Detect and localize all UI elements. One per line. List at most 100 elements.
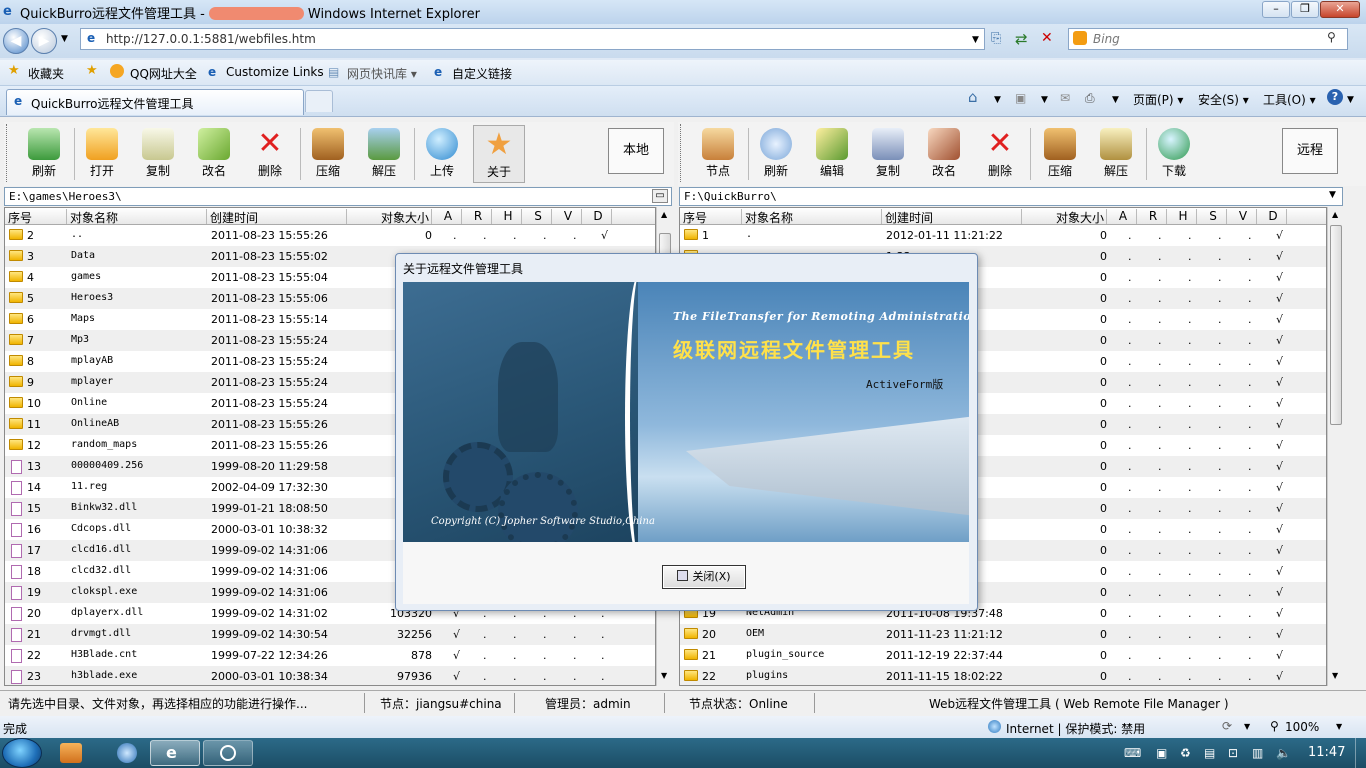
left-copy-button[interactable]: 复制	[132, 125, 184, 183]
back-button[interactable]: ◀	[3, 28, 29, 54]
mail-icon[interactable]: ✉	[1060, 91, 1070, 105]
protected-mode-icon[interactable]: ⟳	[1222, 719, 1232, 733]
col-seq[interactable]: 序号	[680, 209, 742, 225]
url-dropdown-icon[interactable]: ▼	[972, 35, 979, 45]
col-s[interactable]: S	[522, 209, 552, 224]
col-v[interactable]: V	[552, 209, 582, 224]
start-button[interactable]	[2, 738, 42, 768]
print-icon[interactable]: ⎙	[1085, 91, 1095, 106]
col-d[interactable]: D	[582, 209, 612, 224]
new-tab-button[interactable]	[305, 90, 333, 112]
status-zone[interactable]: Internet | 保护模式: 禁用	[1006, 720, 1145, 737]
maximize-button[interactable]: ❐	[1291, 1, 1319, 18]
col-name[interactable]: 对象名称	[67, 209, 207, 225]
col-s[interactable]: S	[1197, 209, 1227, 224]
left-delete-button[interactable]: ✕ 删除	[244, 125, 296, 183]
dialog-close-button[interactable]: 关闭(X)	[662, 565, 746, 589]
feeds-dropdown-icon[interactable]: ▼	[1041, 95, 1048, 105]
right-compress-button[interactable]: 压缩	[1034, 125, 1086, 183]
col-a[interactable]: A	[1107, 209, 1137, 224]
search-input[interactable]: Bing ⚲	[1068, 28, 1348, 50]
table-row[interactable]: 22 H3Blade.cnt 1999-07-22 12:34:26 878 √....…	[5, 645, 655, 666]
scroll-up-icon[interactable]: ▲	[1332, 210, 1338, 219]
table-row[interactable]: 1. 2012-01-11 11:21:22 0..... √	[680, 225, 1326, 246]
table-row[interactable]: 21 plugin_source 2011-12-19 22:37:44 0.....…	[680, 645, 1326, 666]
right-scrollbar[interactable]: ▲ ▼	[1327, 207, 1344, 686]
left-open-button[interactable]: 打开	[76, 125, 128, 183]
forward-button[interactable]: ▶	[31, 28, 57, 54]
tray-icon-4[interactable]: ⊡	[1228, 746, 1238, 760]
right-refresh-button[interactable]: 刷新	[750, 125, 802, 183]
left-refresh-button[interactable]: 刷新	[18, 125, 70, 183]
network-tray-icon[interactable]: ▥	[1252, 746, 1263, 760]
right-rename-button[interactable]: 改名	[918, 125, 970, 183]
messenger-taskbar-icon[interactable]	[117, 743, 137, 763]
home-dropdown-icon[interactable]: ▼	[994, 95, 1001, 105]
right-node-button[interactable]: 节点	[692, 125, 744, 183]
table-row[interactable]: 22 plugins 2011-11-15 18:02:22 0..... √	[680, 666, 1326, 685]
left-path-input[interactable]: E:\games\Heroes3\	[4, 187, 672, 206]
search-icon[interactable]: ⚲	[1327, 30, 1336, 44]
col-size[interactable]: 对象大小	[347, 209, 432, 225]
fav-link-custom[interactable]: 自定义链接	[452, 65, 512, 82]
right-edit-button[interactable]: 编辑	[806, 125, 858, 183]
volume-tray-icon[interactable]: 🔈	[1276, 746, 1291, 760]
tools-menu[interactable]: 工具(O) ▾	[1263, 91, 1316, 108]
col-a[interactable]: A	[432, 209, 462, 224]
col-h[interactable]: H	[492, 209, 522, 224]
scroll-down-icon[interactable]: ▼	[661, 671, 667, 680]
tray-icon-2[interactable]: ♻	[1180, 746, 1191, 760]
clock[interactable]: 11:47	[1308, 745, 1345, 760]
col-seq[interactable]: 序号	[5, 209, 67, 225]
zoom-dropdown-icon[interactable]: ▼	[1336, 722, 1342, 731]
col-r[interactable]: R	[1137, 209, 1167, 224]
home-icon[interactable]: ⌂	[968, 88, 978, 106]
safety-menu[interactable]: 安全(S) ▾	[1198, 91, 1249, 108]
fav-link-webslice[interactable]: 网页快讯库 ▾	[347, 65, 417, 82]
left-about-button[interactable]: ★ 关于	[473, 125, 525, 183]
compat-view-icon[interactable]: ⎘	[991, 31, 1001, 46]
add-favorite-icon[interactable]: ★	[86, 63, 98, 78]
help-dropdown-icon[interactable]: ▼	[1347, 95, 1354, 105]
history-dropdown-icon[interactable]: ▼	[61, 34, 68, 44]
col-size[interactable]: 对象大小	[1022, 209, 1107, 225]
right-extract-button[interactable]: 解压	[1090, 125, 1142, 183]
tray-icon-1[interactable]: ▣	[1156, 746, 1167, 760]
scroll-down-icon[interactable]: ▼	[1332, 671, 1338, 680]
favorites-button[interactable]: 收藏夹	[28, 65, 64, 82]
browse-folder-icon[interactable]: ▭	[652, 189, 668, 203]
col-created[interactable]: 创建时间	[882, 209, 1022, 225]
tray-icon-3[interactable]: ▤	[1204, 746, 1215, 760]
fav-link-qq[interactable]: QQ网址大全	[130, 65, 197, 82]
close-window-button[interactable]: ✕	[1320, 1, 1360, 18]
col-v[interactable]: V	[1227, 209, 1257, 224]
col-r[interactable]: R	[462, 209, 492, 224]
ie-taskbar-item[interactable]: e	[150, 740, 200, 766]
quickburro-taskbar-item[interactable]	[203, 740, 253, 766]
right-copy-button[interactable]: 复制	[862, 125, 914, 183]
zoom-icon[interactable]: ⚲	[1270, 719, 1279, 733]
col-created[interactable]: 创建时间	[207, 209, 347, 225]
refresh-icon[interactable]: ⇄	[1015, 30, 1028, 48]
left-rename-button[interactable]: 改名	[188, 125, 240, 183]
table-row[interactable]: 2.. 2011-08-23 15:55:26 0..... √	[5, 225, 655, 246]
stop-icon[interactable]: ✕	[1041, 30, 1053, 46]
print-dropdown-icon[interactable]: ▼	[1112, 95, 1119, 105]
col-d[interactable]: D	[1257, 209, 1287, 224]
help-icon[interactable]: ?	[1327, 89, 1343, 105]
col-h[interactable]: H	[1167, 209, 1197, 224]
table-row[interactable]: 20 OEM 2011-11-23 11:21:12 0..... √	[680, 624, 1326, 645]
left-upload-button[interactable]: 上传	[416, 125, 468, 183]
minimize-button[interactable]: –	[1262, 1, 1290, 18]
keyboard-tray-icon[interactable]: ⌨	[1124, 746, 1141, 760]
col-name[interactable]: 对象名称	[742, 209, 882, 225]
show-desktop-button[interactable]	[1355, 738, 1366, 768]
right-path-dropdown-icon[interactable]: ▼	[1329, 190, 1336, 200]
media-player-taskbar-icon[interactable]	[60, 743, 82, 763]
page-menu[interactable]: 页面(P) ▾	[1133, 91, 1183, 108]
tab-quickburro[interactable]: e QuickBurro远程文件管理工具	[6, 89, 304, 115]
fav-link-customize[interactable]: Customize Links	[226, 65, 324, 79]
right-download-button[interactable]: 下载	[1148, 125, 1200, 183]
right-scroll-thumb[interactable]	[1330, 225, 1342, 425]
scroll-up-icon[interactable]: ▲	[661, 210, 667, 219]
